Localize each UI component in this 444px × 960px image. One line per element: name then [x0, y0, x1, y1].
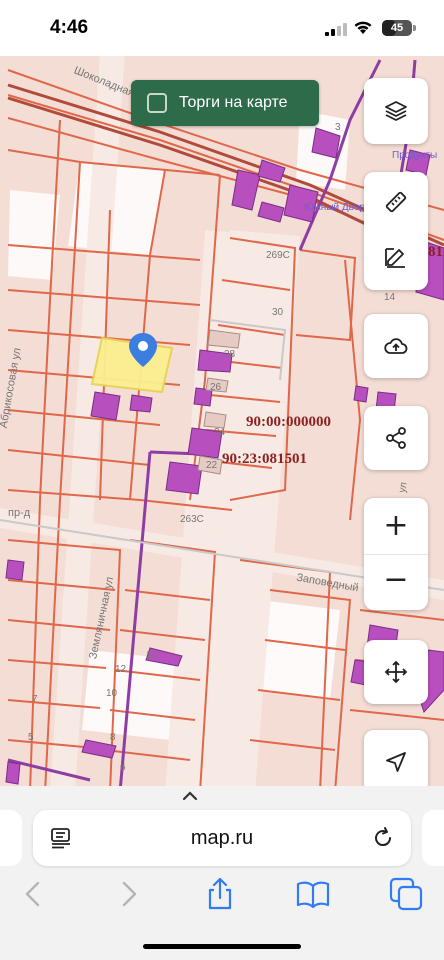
- house-number: 7: [32, 694, 38, 705]
- house-number: 24: [214, 427, 226, 438]
- house-number: 6: [120, 762, 126, 773]
- cadastral-label: 90:00:000000: [246, 414, 331, 430]
- house-number: 10: [106, 688, 118, 699]
- house-number: 30: [272, 307, 284, 318]
- chevron-up-icon[interactable]: [182, 790, 198, 802]
- layers-icon: [385, 101, 407, 121]
- house-number: 26: [210, 382, 222, 393]
- auctions-toggle-label: Торги на карте: [179, 94, 288, 111]
- move-icon: [384, 660, 408, 684]
- battery-tip: [413, 25, 416, 31]
- reload-icon[interactable]: [371, 826, 395, 850]
- location-pin-icon[interactable]: [128, 332, 158, 368]
- previous-tab-preview[interactable]: [0, 810, 22, 866]
- screen: 4:46 45 Шоколадная Абрикосовая ул Землян…: [0, 0, 444, 960]
- share-map-button[interactable]: [364, 406, 428, 470]
- cadastral-label: 81: [428, 244, 443, 260]
- auctions-toggle[interactable]: Торги на карте: [131, 80, 319, 126]
- forward-icon[interactable]: [110, 876, 146, 912]
- status-time: 4:46: [50, 17, 89, 38]
- battery-icon: 45: [382, 20, 412, 36]
- house-number: 12: [115, 664, 127, 675]
- bookmarks-icon[interactable]: [295, 876, 331, 912]
- house-number: 22: [206, 460, 218, 471]
- next-tab-preview[interactable]: [422, 810, 444, 866]
- poi-label-products: Продукты: [392, 150, 438, 161]
- browser-chrome: map.ru: [0, 786, 444, 960]
- wifi-icon: [354, 21, 372, 34]
- home-indicator[interactable]: [143, 944, 301, 949]
- auctions-checkbox[interactable]: [147, 93, 167, 113]
- pencil-icon: [385, 248, 405, 268]
- locate-button[interactable]: [364, 730, 428, 794]
- upload-button[interactable]: [364, 314, 428, 378]
- back-icon[interactable]: [16, 876, 52, 912]
- edit-button[interactable]: [364, 231, 428, 290]
- status-bar: 4:46 45: [0, 0, 444, 56]
- share-icon[interactable]: [202, 876, 238, 912]
- url-text: map.ru: [190, 827, 254, 849]
- battery-level: 45: [390, 22, 404, 34]
- cloud-upload-icon: [384, 338, 408, 354]
- share-icon: [386, 427, 406, 449]
- street-label-ul: ул: [396, 481, 410, 494]
- house-number: 263С: [180, 514, 204, 525]
- address-bar[interactable]: map.ru: [33, 810, 411, 866]
- house-number: 8: [110, 732, 116, 743]
- house-number: 5: [28, 732, 34, 743]
- zoom-out-button[interactable]: −: [364, 554, 428, 610]
- zoom-controls: + −: [364, 498, 428, 610]
- house-number: 14: [146, 650, 158, 661]
- house-number: 28: [224, 349, 236, 360]
- signal-icon: [325, 22, 349, 36]
- street-label-passage: пр-д: [8, 507, 31, 519]
- house-number: 3: [335, 122, 341, 133]
- tools-group: [364, 172, 428, 290]
- move-button[interactable]: [364, 640, 428, 704]
- location-arrow-icon: [386, 752, 406, 772]
- ruler-icon: [385, 191, 407, 213]
- zoom-in-button[interactable]: +: [364, 498, 428, 554]
- house-number: 14: [384, 292, 396, 303]
- layers-button[interactable]: [364, 78, 428, 144]
- house-number: 269С: [266, 250, 290, 261]
- tabs-icon[interactable]: [388, 876, 424, 912]
- cadastral-label: 90:23:081501: [222, 451, 307, 467]
- ruler-button[interactable]: [364, 172, 428, 231]
